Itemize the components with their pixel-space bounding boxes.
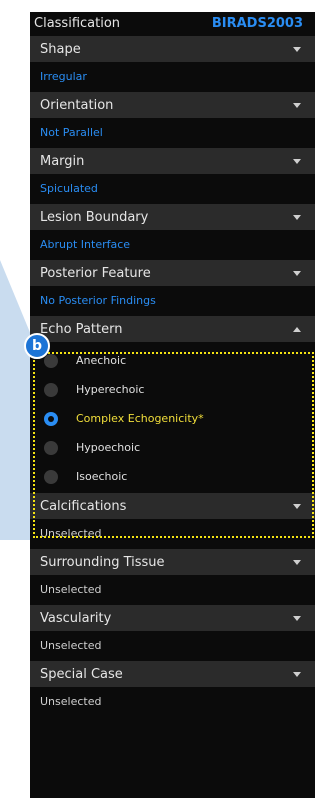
section-label: Margin (40, 153, 85, 169)
callout-badge: b (24, 333, 50, 359)
section-header-margin[interactable]: Margin (30, 148, 315, 174)
option-isoechoic[interactable]: Isoechoic (30, 462, 315, 491)
section-header-special-case[interactable]: Special Case (30, 661, 315, 687)
radio-button-icon[interactable] (44, 440, 58, 455)
option-label: Hypoechoic (76, 441, 141, 454)
section-echo-pattern: Echo Pattern Anechoic Hyperechoic Comple… (30, 316, 315, 491)
section-calcifications: Calcifications Unselected (30, 493, 315, 547)
section-header-echo-pattern[interactable]: Echo Pattern (30, 316, 315, 342)
option-label: Isoechoic (76, 470, 128, 483)
option-complex-echogenicity[interactable]: Complex Echogenicity* (30, 404, 315, 433)
section-header-vascularity[interactable]: Vascularity (30, 605, 315, 631)
section-header-shape[interactable]: Shape (30, 36, 315, 62)
option-label: Anechoic (76, 354, 127, 367)
classification-panel: Classification BIRADS2003 Shape Irregula… (30, 12, 315, 798)
section-label: Surrounding Tissue (40, 554, 165, 570)
section-label: Orientation (40, 97, 114, 113)
section-label: Vascularity (40, 610, 112, 626)
option-label: Hyperechoic (76, 383, 145, 396)
option-anechoic[interactable]: Anechoic (30, 346, 315, 375)
section-label: Calcifications (40, 498, 127, 514)
option-hypoechoic[interactable]: Hypoechoic (30, 433, 315, 462)
section-label: Special Case (40, 666, 123, 682)
section-value-margin: Spiculated (40, 181, 98, 195)
chevron-down-icon (293, 214, 301, 220)
section-value-special-case: Unselected (40, 694, 102, 708)
panel-title: Classification (34, 15, 121, 31)
section-vascularity: Vascularity Unselected (30, 605, 315, 659)
radio-button-selected-icon[interactable] (44, 411, 58, 426)
section-value-orientation: Not Parallel (40, 125, 103, 139)
chevron-down-icon (293, 270, 301, 276)
section-orientation: Orientation Not Parallel (30, 92, 315, 146)
section-surrounding-tissue: Surrounding Tissue Unselected (30, 549, 315, 603)
section-margin: Margin Spiculated (30, 148, 315, 202)
section-shape: Shape Irregular (30, 36, 315, 90)
section-posterior-feature: Posterior Feature No Posterior Findings (30, 260, 315, 314)
section-value-vascularity: Unselected (40, 638, 102, 652)
section-header-surrounding-tissue[interactable]: Surrounding Tissue (30, 549, 315, 575)
section-lesion-boundary: Lesion Boundary Abrupt Interface (30, 204, 315, 258)
section-header-orientation[interactable]: Orientation (30, 92, 315, 118)
chevron-down-icon (293, 503, 301, 509)
standard-label: BIRADS2003 (211, 15, 303, 31)
section-label: Posterior Feature (40, 265, 151, 281)
section-value-posterior-feature: No Posterior Findings (40, 293, 156, 307)
section-header-lesion-boundary[interactable]: Lesion Boundary (30, 204, 315, 230)
section-label: Lesion Boundary (40, 209, 149, 225)
section-value-shape: Irregular (40, 69, 87, 83)
radio-button-icon[interactable] (44, 469, 58, 484)
chevron-down-icon (293, 102, 301, 108)
chevron-down-icon (293, 158, 301, 164)
chevron-down-icon (293, 615, 301, 621)
panel-title-bar: Classification BIRADS2003 (30, 12, 315, 34)
option-label: Complex Echogenicity* (76, 412, 204, 425)
radio-button-icon[interactable] (44, 353, 58, 368)
echo-pattern-options: Anechoic Hyperechoic Complex Echogenicit… (30, 342, 315, 491)
chevron-down-icon (293, 559, 301, 565)
section-special-case: Special Case Unselected (30, 661, 315, 715)
section-label: Shape (40, 41, 81, 57)
chevron-down-icon (293, 46, 301, 52)
section-header-calcifications[interactable]: Calcifications (30, 493, 315, 519)
radio-button-icon[interactable] (44, 382, 58, 397)
section-header-posterior-feature[interactable]: Posterior Feature (30, 260, 315, 286)
option-hyperechoic[interactable]: Hyperechoic (30, 375, 315, 404)
chevron-down-icon (293, 671, 301, 677)
section-value-surrounding-tissue: Unselected (40, 582, 102, 596)
chevron-up-icon (293, 326, 301, 332)
section-value-calcifications: Unselected (40, 526, 102, 540)
section-label: Echo Pattern (40, 321, 123, 337)
section-value-lesion-boundary: Abrupt Interface (40, 237, 131, 251)
